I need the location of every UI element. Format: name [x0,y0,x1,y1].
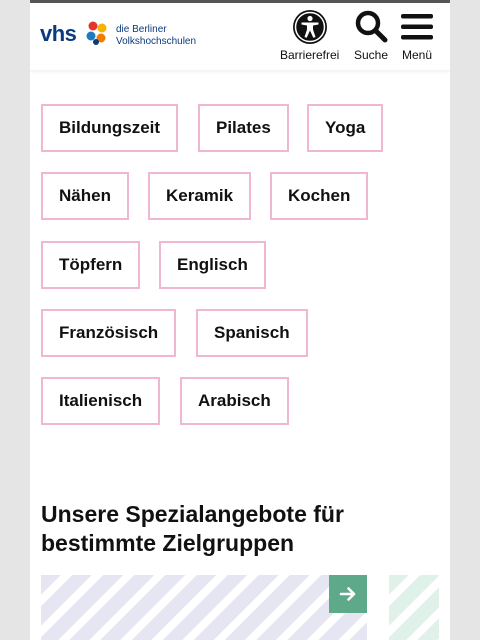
tag-naehen[interactable]: Nähen [41,172,129,220]
logo-line2: Volkshochschulen [116,36,197,47]
tag-arabisch[interactable]: Arabisch [180,377,289,425]
logo-line1: die Berliner [116,24,167,35]
hamburger-menu-icon [401,14,433,40]
tag-spanisch[interactable]: Spanisch [196,309,308,357]
tag-italienisch[interactable]: Italienisch [41,377,161,425]
vhs-logo[interactable]: vhs die Berliner Volkshochschulen [40,20,210,54]
search-button[interactable]: Suche [353,9,389,62]
tag-englisch[interactable]: Englisch [159,241,266,289]
offer-card[interactable] [41,575,367,640]
accessibility-icon [292,10,327,44]
page: vhs die Berliner Volkshochschulen Barrie… [30,0,450,640]
menu-button[interactable]: Menü [400,9,434,62]
tag-franzoesisch[interactable]: Französisch [41,309,177,357]
search-icon [355,10,388,43]
next-arrow-button[interactable] [329,575,367,613]
offer-card-next[interactable] [389,575,439,640]
site-header: vhs die Berliner Volkshochschulen Barrie… [30,3,450,70]
logo-dots-icon [86,21,107,45]
accessibility-label: Barrierefrei [280,48,340,62]
arrow-right-icon [339,587,356,601]
tag-keramik[interactable]: Keramik [148,172,252,220]
search-label: Suche [353,48,389,62]
tag-toepfern[interactable]: Töpfern [41,241,141,289]
tag-yoga[interactable]: Yoga [307,104,384,152]
menu-label: Menü [401,48,433,62]
logo-text: die Berliner Volkshochschulen [116,24,196,48]
tag-pilates[interactable]: Pilates [198,104,289,152]
accessibility-button[interactable]: Barrierefrei [280,9,339,62]
tag-bildungszeit[interactable]: Bildungszeit [41,104,179,152]
section-title: Unsere Spezialangebote für bestimmte Zie… [41,501,344,556]
tag-kochen[interactable]: Kochen [270,172,369,220]
logo-brand: vhs [40,21,77,46]
